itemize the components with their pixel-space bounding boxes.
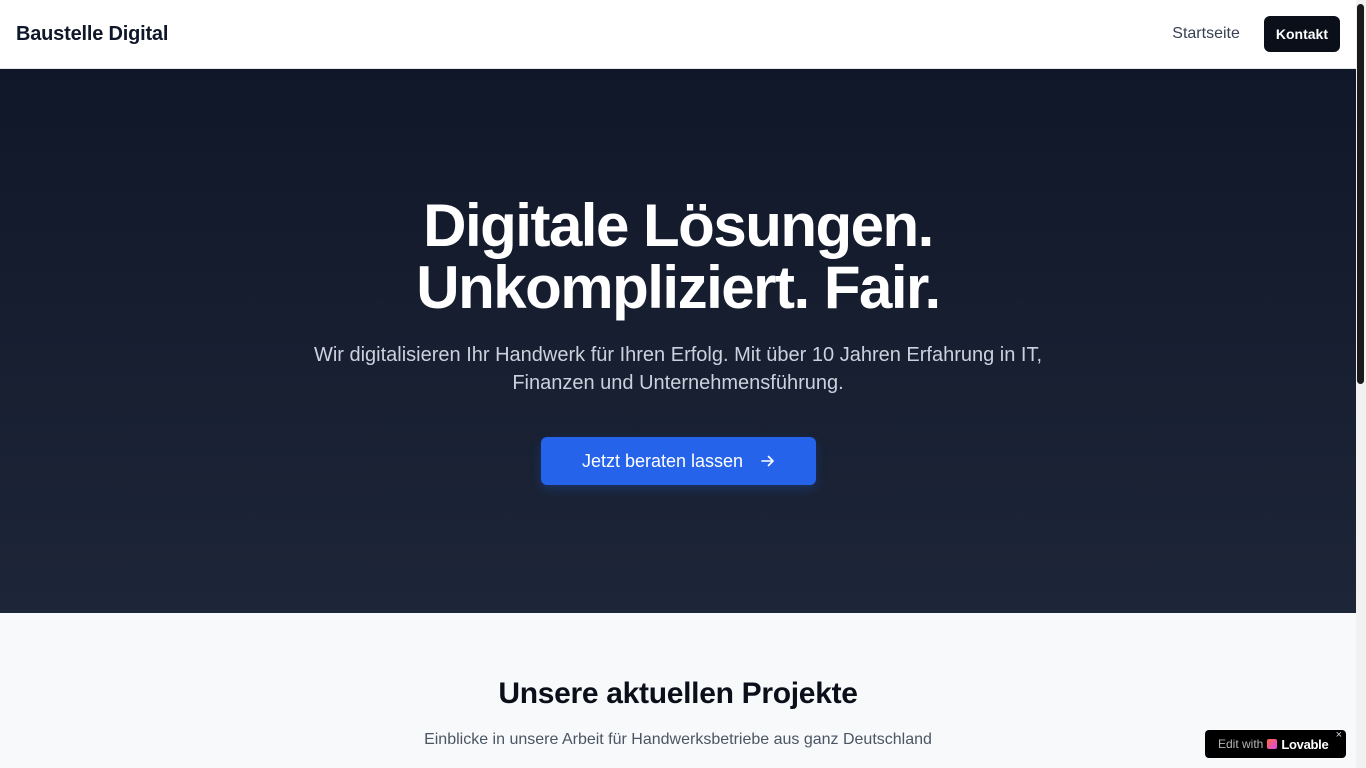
projects-subtitle: Einblicke in unsere Arbeit für Handwerks… (424, 731, 932, 748)
main-nav: Startseite Kontakt (1172, 16, 1340, 52)
arrow-right-icon (761, 455, 775, 467)
lovable-heart-icon (1267, 739, 1278, 749)
hero-subtitle: Wir digitalisieren Ihr Handwerk für Ihre… (313, 344, 1043, 394)
hero-section: Digitale Lösungen. Unkompliziert. Fair. … (0, 69, 1356, 613)
projects-section: Unsere aktuellen Projekte Einblicke in u… (0, 613, 1356, 768)
contact-button[interactable]: Kontakt (1263, 16, 1340, 52)
badge-label: Edit with (1218, 737, 1264, 751)
scrollbar-thumb[interactable] (1357, 4, 1364, 384)
nav-link-home[interactable]: Startseite (1172, 25, 1240, 43)
brand-logo[interactable]: Baustelle Digital (16, 23, 168, 46)
page: Baustelle Digital Startseite Kontakt Dig… (0, 0, 1356, 768)
projects-title: Unsere aktuellen Projekte (498, 677, 858, 710)
lovable-badge[interactable]: Edit with Lovable × (1205, 729, 1346, 758)
hero-title: Digitale Lösungen. Unkompliziert. Fair. (0, 195, 1356, 319)
hero-title-line-1: Digitale Lösungen. (423, 192, 934, 259)
consultation-button-label: Jetzt beraten lassen (581, 450, 744, 471)
badge-brand: Lovable (1281, 736, 1329, 752)
consultation-button[interactable]: Jetzt beraten lassen (541, 437, 816, 485)
close-icon[interactable]: × (1336, 729, 1342, 741)
site-header: Baustelle Digital Startseite Kontakt (0, 0, 1356, 69)
hero-title-line-2: Unkompliziert. Fair. (416, 254, 941, 321)
